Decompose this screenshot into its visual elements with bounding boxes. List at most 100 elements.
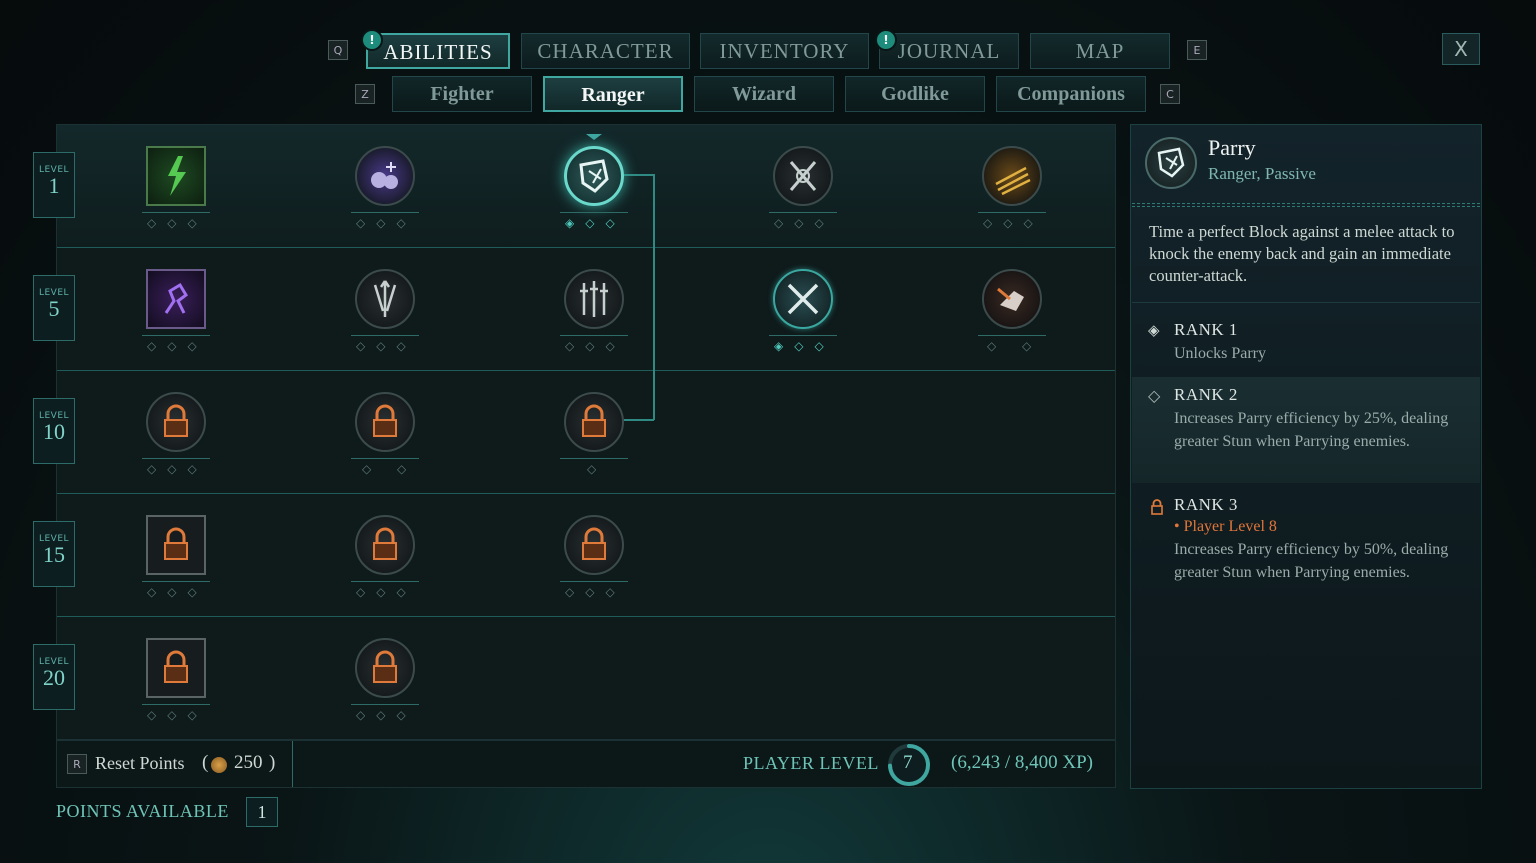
locked-ability-icon[interactable] (146, 515, 206, 575)
reset-points-button[interactable]: R Reset Points ( 250 ) (57, 741, 293, 787)
arrow-volley-ability-icon[interactable] (355, 269, 415, 329)
bombs-ability-icon[interactable] (355, 146, 415, 206)
level-badge-number: 1 (48, 173, 60, 198)
leap-ability-icon[interactable] (146, 269, 206, 329)
rank-3-title: RANK 3 (1174, 495, 1238, 514)
subtab-wizard-label: Wizard (731, 83, 797, 105)
key-hint-r: R (67, 754, 87, 774)
weapon-mastery-ability-icon[interactable] (564, 269, 624, 329)
locked-ability-icon[interactable] (564, 515, 624, 575)
rank-1-title: RANK 1 (1174, 320, 1238, 339)
subtab-godlike-label: Godlike (881, 83, 949, 105)
node-underline (142, 581, 210, 582)
node-underline (978, 335, 1046, 336)
key-hint-z: Z (355, 84, 375, 104)
ability-title: Parry (1208, 135, 1256, 160)
reset-cost-value: 250 (234, 752, 263, 773)
tree-connector-line (624, 419, 654, 421)
subtab-godlike[interactable]: Godlike (845, 76, 985, 112)
level-badge-20: LEVEL 20 (33, 644, 75, 710)
rank-3-text: Increases Parry efficiency by 50%, deali… (1174, 541, 1449, 581)
subtab-ranger-label: Ranger (581, 84, 645, 106)
node-underline (351, 335, 419, 336)
subtab-wizard[interactable]: Wizard (694, 76, 834, 112)
rank-pips: ◈◇◇ (774, 339, 835, 353)
tab-journal-label: JOURNAL (897, 39, 1001, 63)
locked-ability-icon[interactable] (146, 638, 206, 698)
node-underline (560, 458, 628, 459)
tier-row-level-20 (57, 617, 1115, 739)
node-underline (769, 335, 837, 336)
ability-description: Time a perfect Block against a melee att… (1149, 222, 1455, 285)
parry-ability-icon[interactable] (564, 146, 624, 206)
node-underline (142, 335, 210, 336)
tab-character-label: CHARACTER (537, 39, 674, 63)
locked-ability-icon[interactable] (146, 392, 206, 452)
rank-learned-icon: ◈ (1148, 321, 1160, 339)
level-badge-5: LEVEL 5 (33, 275, 75, 341)
node-underline (560, 212, 628, 213)
footer-bar: R Reset Points ( 250 ) PLAYER LEVEL 7 (6… (56, 740, 1116, 788)
tab-abilities[interactable]: ABILITIES (366, 33, 510, 69)
rank-pips: ◇◇◇ (565, 339, 626, 353)
rank-2-title: RANK 2 (1174, 385, 1238, 404)
rank-pips: ◇◇◇ (774, 216, 835, 230)
node-underline (142, 212, 210, 213)
locked-ability-icon[interactable] (564, 392, 624, 452)
level-badge-1: LEVEL 1 (33, 152, 75, 218)
rank-available-icon: ◇ (1148, 386, 1161, 405)
rank-pips: ◈◇◇ (565, 216, 626, 230)
locked-ability-icon[interactable] (355, 638, 415, 698)
level-badge-number: 10 (43, 419, 65, 444)
lock-icon (1151, 499, 1163, 515)
subtab-ranger[interactable]: Ranger (543, 76, 683, 112)
rank-3-block: RANK 3 • Player Level 8 Increases Parry … (1132, 495, 1480, 584)
rank-pips: ◇ ◇ (987, 339, 1043, 353)
tab-inventory[interactable]: INVENTORY (700, 33, 869, 69)
tab-character[interactable]: CHARACTER (521, 33, 690, 69)
lightning-ability-icon[interactable] (146, 146, 206, 206)
points-available-label: POINTS AVAILABLE (56, 801, 229, 821)
tab-abilities-label: ABILITIES (383, 40, 493, 64)
rank-pips: ◇ ◇ (362, 462, 418, 476)
level-badge-15: LEVEL 15 (33, 521, 75, 587)
rank-pips: ◇◇◇ (147, 585, 208, 599)
coin-icon (211, 757, 227, 773)
locked-ability-icon[interactable] (355, 392, 415, 452)
subtab-companions-label: Companions (1017, 83, 1125, 105)
rank-2-block: ◇ RANK 2 Increases Parry efficiency by 2… (1132, 377, 1480, 483)
grapple-ability-icon[interactable] (982, 269, 1042, 329)
reset-cost-open: ( (202, 752, 209, 773)
dual-blades-ability-icon[interactable] (773, 269, 833, 329)
node-underline (560, 335, 628, 336)
level-badge-number: 5 (48, 296, 60, 321)
locked-ability-icon[interactable] (355, 515, 415, 575)
close-button[interactable]: X (1442, 33, 1480, 65)
subtab-fighter-label: Fighter (430, 83, 494, 105)
tab-journal[interactable]: JOURNAL (879, 33, 1019, 69)
node-underline (978, 212, 1046, 213)
claw-strike-ability-icon[interactable] (982, 146, 1042, 206)
crossed-blades-ability-icon[interactable] (773, 146, 833, 206)
node-underline (351, 704, 419, 705)
tab-map[interactable]: MAP (1030, 33, 1170, 69)
title-divider (1132, 203, 1480, 207)
ability-detail-panel: Parry Ranger, Passive Time a perfect Blo… (1130, 124, 1482, 789)
subtab-companions[interactable]: Companions (996, 76, 1146, 112)
node-underline (142, 458, 210, 459)
rank-pips: ◇◇◇ (356, 216, 417, 230)
tab-inventory-label: INVENTORY (719, 39, 850, 63)
key-hint-q: Q (328, 40, 348, 60)
rank-pips: ◇◇◇ (147, 216, 208, 230)
abilities-notification-icon: ! (361, 29, 383, 51)
subtab-fighter[interactable]: Fighter (392, 76, 532, 112)
node-underline (351, 458, 419, 459)
level-badge-10: LEVEL 10 (33, 398, 75, 464)
selected-marker-icon (586, 134, 602, 140)
node-underline (560, 581, 628, 582)
rank-pips: ◇◇◇ (147, 339, 208, 353)
player-level-value: 7 (903, 752, 913, 773)
rank-1-block: ◈ RANK 1 Unlocks Parry (1132, 320, 1480, 365)
level-badge-number: 15 (43, 542, 65, 567)
tab-map-label: MAP (1075, 39, 1125, 63)
